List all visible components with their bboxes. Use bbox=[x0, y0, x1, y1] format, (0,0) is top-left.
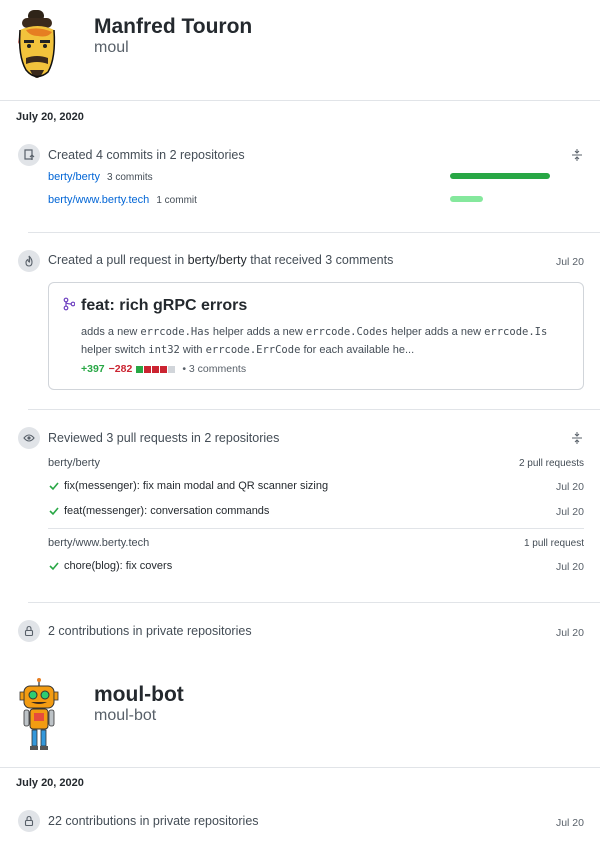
lock-icon bbox=[18, 810, 40, 832]
diffstat-block bbox=[152, 365, 160, 373]
diffstat-block bbox=[160, 365, 168, 373]
repo-push-icon bbox=[18, 144, 40, 166]
group-separator bbox=[48, 528, 584, 529]
additions-count: +397 bbox=[81, 363, 105, 375]
review-item[interactable]: chore(blog): fix covers bbox=[48, 560, 172, 572]
private-contributions-title: 2 contributions in private repositories bbox=[48, 624, 252, 638]
diffstat-block bbox=[144, 365, 152, 373]
divider bbox=[0, 100, 600, 101]
commit-repo-row: berty/www.berty.tech 1 commit bbox=[48, 194, 197, 206]
entry-date: Jul 20 bbox=[555, 506, 584, 518]
review-count: 1 pull request bbox=[523, 538, 584, 549]
git-pull-request-icon bbox=[63, 297, 75, 311]
commits-entry-title[interactable]: Created 4 commits in 2 repositories bbox=[48, 148, 245, 162]
diffstat bbox=[136, 365, 176, 373]
entry-separator bbox=[28, 602, 600, 603]
commit-bar bbox=[450, 173, 550, 179]
diffstat-block bbox=[136, 365, 144, 373]
entry-date: Jul 20 bbox=[555, 561, 584, 573]
profile-login: moul bbox=[94, 39, 129, 56]
date-heading: July 20, 2020 bbox=[16, 777, 84, 789]
lock-icon bbox=[18, 620, 40, 642]
fold-icon[interactable] bbox=[570, 148, 584, 162]
pr-card[interactable]: feat: rich gRPC errors adds a new errcod… bbox=[48, 282, 584, 390]
review-entry-title[interactable]: Reviewed 3 pull requests in 2 repositori… bbox=[48, 431, 279, 445]
avatar[interactable] bbox=[8, 8, 66, 90]
fold-icon[interactable] bbox=[570, 431, 584, 445]
entry-date: Jul 20 bbox=[555, 627, 584, 639]
date-heading: July 20, 2020 bbox=[16, 111, 84, 123]
entry-separator bbox=[28, 232, 600, 233]
pr-entry-title-suffix: that received 3 comments bbox=[246, 253, 394, 267]
check-icon bbox=[49, 507, 59, 516]
divider bbox=[0, 767, 600, 768]
profile-login: moul-bot bbox=[94, 707, 157, 724]
profile-name: Manfred Touron bbox=[94, 15, 253, 38]
pr-title[interactable]: feat: rich gRPC errors bbox=[81, 297, 247, 315]
entry-date: Jul 20 bbox=[555, 481, 584, 493]
review-item[interactable]: fix(messenger): fix main modal and QR sc… bbox=[48, 480, 328, 492]
pr-entry-title-prefix: Created a pull request in bbox=[48, 253, 188, 267]
commit-repo-link[interactable]: berty/www.berty.tech bbox=[48, 194, 149, 206]
review-item-title[interactable]: fix(messenger): fix main modal and QR sc… bbox=[64, 480, 328, 492]
check-icon bbox=[49, 562, 59, 571]
avatar[interactable] bbox=[14, 678, 64, 754]
entry-date: Jul 20 bbox=[555, 817, 584, 829]
profile-name: moul-bot bbox=[94, 683, 184, 706]
private-contributions-title: 22 contributions in private repositories bbox=[48, 814, 259, 828]
pr-entry-repo-link[interactable]: berty/berty bbox=[188, 253, 247, 267]
check-icon bbox=[49, 482, 59, 491]
commit-repo-row: berty/berty 3 commits bbox=[48, 171, 153, 183]
commit-count: 3 commits bbox=[107, 172, 153, 183]
pr-entry-title: Created a pull request in berty/berty th… bbox=[48, 253, 393, 267]
review-item[interactable]: feat(messenger): conversation commands bbox=[48, 505, 269, 517]
commit-count: 1 commit bbox=[156, 195, 197, 206]
pr-comments[interactable]: • 3 comments bbox=[182, 363, 246, 375]
pr-body: adds a new errcode.Has helper adds a new… bbox=[81, 326, 548, 356]
pr-stats: +397 −282 • 3 comments bbox=[81, 363, 246, 375]
entry-separator bbox=[28, 409, 600, 410]
commit-bar bbox=[450, 196, 483, 202]
review-repo-link[interactable]: berty/www.berty.tech bbox=[48, 537, 149, 549]
profile-header-moul-bot: moul-bot moul-bot bbox=[0, 668, 600, 764]
entry-date: Jul 20 bbox=[555, 256, 584, 268]
eye-icon bbox=[18, 427, 40, 449]
profile-header-manfred: Manfred Touron moul bbox=[0, 0, 600, 96]
flame-icon bbox=[18, 250, 40, 272]
review-count: 2 pull requests bbox=[518, 458, 584, 469]
diffstat-block bbox=[168, 365, 176, 373]
review-repo-link[interactable]: berty/berty bbox=[48, 457, 100, 469]
review-item-title[interactable]: chore(blog): fix covers bbox=[64, 560, 172, 572]
deletions-count: −282 bbox=[108, 363, 133, 375]
review-item-title[interactable]: feat(messenger): conversation commands bbox=[64, 505, 269, 517]
commit-repo-link[interactable]: berty/berty bbox=[48, 171, 100, 183]
